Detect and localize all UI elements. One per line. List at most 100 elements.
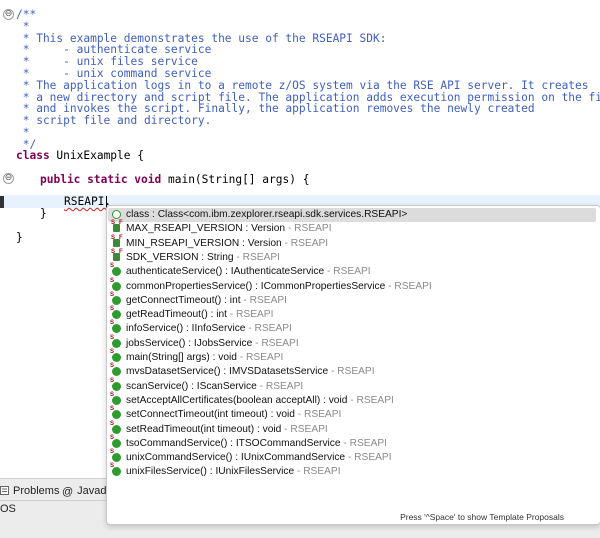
proposal-item[interactable]: SinfoService() : IInfoService - RSEAPI <box>108 320 596 336</box>
fold-toggle-icon[interactable]: ⊖ <box>3 9 14 20</box>
proposal-signature: tsoCommandService() : ITSOCommandService <box>126 437 341 449</box>
proposal-label: main(String[] args) : void - RSEAPI <box>126 351 283 365</box>
problems-icon <box>0 486 9 495</box>
comment-line: * The application logs in to a remote z/… <box>16 78 589 92</box>
closing-brace-class: } <box>16 231 23 244</box>
static-marker-icon: S <box>110 291 115 298</box>
method-modifiers: public static void <box>40 173 162 186</box>
method-signature: main(String[] args) { <box>161 173 310 186</box>
proposal-origin: - RSEAPI <box>385 280 432 292</box>
proposal-signature: scanService() : IScanService <box>126 380 257 392</box>
class-name: UnixExample { <box>49 149 144 162</box>
static-method-icon: S <box>110 306 121 320</box>
static-method-icon: S <box>110 449 121 463</box>
proposal-label: MAX_RSEAPI_VERSION : Version - RSEAPI <box>126 222 332 236</box>
tab-problems[interactable]: Problems <box>0 485 59 497</box>
proposal-origin: - RSEAPI <box>340 437 387 449</box>
status-text: OS <box>0 503 16 515</box>
proposal-signature: MIN_RSEAPI_VERSION : Version <box>126 237 282 249</box>
proposal-item[interactable]: SgetConnectTimeout() : int - RSEAPI <box>108 292 596 308</box>
proposal-signature: authenticateService() : IAuthenticateSer… <box>126 266 325 278</box>
proposal-label: setAcceptAllCertificates(boolean acceptA… <box>126 394 394 408</box>
proposal-origin: - RSEAPI <box>345 452 392 464</box>
proposal-origin: - RSEAPI <box>233 251 280 263</box>
static-marker-icon: S <box>110 263 115 270</box>
proposal-item[interactable]: SgetReadTimeout() : int - RSEAPI <box>108 306 596 322</box>
static-final-field-icon: SF <box>111 235 123 247</box>
static-method-icon: S <box>110 421 121 434</box>
proposal-item[interactable]: SmvsDatasetService() : IMVSDatasetsServi… <box>108 363 596 379</box>
proposal-item[interactable]: StsoCommandService() : ITSOCommandServic… <box>108 435 596 451</box>
proposal-signature: infoService() : IInfoService <box>126 323 246 335</box>
proposal-label: class : Class<com.ibm.zexplorer.rseapi.s… <box>126 208 407 222</box>
class-keyword: class <box>16 149 50 162</box>
static-marker-icon: S <box>110 277 115 284</box>
proposal-origin: - RSEAPI <box>252 337 299 349</box>
proposal-item[interactable]: SsetAcceptAllCertificates(boolean accept… <box>108 391 596 408</box>
final-marker-icon: F <box>119 234 123 241</box>
proposal-item[interactable]: ScommonPropertiesService() : ICommonProp… <box>108 278 596 294</box>
static-marker-icon: S <box>110 349 115 355</box>
proposal-origin: - RSEAPI <box>240 294 287 306</box>
class-declaration: class UnixExample { <box>16 150 144 162</box>
proposal-signature: SDK_VERSION : String <box>126 251 234 263</box>
typed-text: RSEAPI. <box>64 195 112 208</box>
proposal-origin: - RSEAPI <box>328 366 375 378</box>
static-marker-icon: S <box>111 220 116 227</box>
proposal-signature: mvsDatasetService() : IMVSDatasetsServic… <box>126 366 329 378</box>
proposal-label: unixCommandService() : IUnixCommandServi… <box>126 451 392 465</box>
proposal-label: scanService() : IScanService - RSEAPI <box>126 380 303 394</box>
proposal-item[interactable]: S F SDK_VERSION : String - RSEAPI <box>108 248 596 265</box>
proposal-label: infoService() : IInfoService - RSEAPI <box>126 322 292 336</box>
proposal-item[interactable]: SscanService() : IScanService - RSEAPI <box>108 378 596 394</box>
proposal-item[interactable]: SjobsService() : IJobsService - RSEAPI <box>108 334 596 351</box>
static-marker-icon: S <box>110 420 115 427</box>
proposal-origin: - RSEAPI <box>256 380 304 392</box>
proposal-item[interactable]: Smain(String[] args) : void - RSEAPI <box>108 349 596 365</box>
proposal-label: mvsDatasetService() : IMVSDatasetsServic… <box>126 365 375 379</box>
proposal-label: MIN_RSEAPI_VERSION : Version - RSEAPI <box>126 237 328 251</box>
fold-toggle-icon[interactable]: ⊖ <box>3 173 14 184</box>
static-marker-icon: S <box>110 391 115 398</box>
proposal-item[interactable]: SauthenticateService() : IAuthenticateSe… <box>108 263 596 279</box>
proposal-label: tsoCommandService() : ITSOCommandService… <box>126 437 387 451</box>
proposal-item[interactable]: S F MAX_RSEAPI_VERSION : Version - RSEAPI <box>108 220 596 236</box>
proposal-item[interactable]: SunixFilesService() : IUnixFilesService … <box>108 463 596 479</box>
proposal-label: setConnectTimeout(int timeout) : void - … <box>126 408 341 422</box>
proposal-origin: - RSEAPI <box>245 323 292 335</box>
proposal-item[interactable]: SsetReadTimeout(int timeout) : void - RS… <box>108 421 596 437</box>
proposal-label: SDK_VERSION : String - RSEAPI <box>126 251 280 265</box>
proposal-origin: - RSEAPI <box>324 266 371 278</box>
proposal-signature: getConnectTimeout() : int <box>126 294 241 306</box>
static-marker-icon: S <box>110 449 115 456</box>
proposal-item[interactable]: SsetConnectTimeout(int timeout) : void -… <box>108 406 596 422</box>
typed-expression: RSEAPI. <box>64 196 111 208</box>
static-marker-icon: S <box>110 363 115 370</box>
content-assist-popup[interactable]: class : Class<com.ibm.zexplorer.rseapi.s… <box>106 205 600 525</box>
static-marker-icon: S <box>110 406 115 413</box>
proposal-origin: - RSEAPI <box>347 394 394 406</box>
static-marker-icon: S <box>111 248 116 255</box>
static-marker-icon: S <box>110 334 115 341</box>
final-marker-icon: F <box>119 248 123 255</box>
proposal-label: setReadTimeout(int timeout) : void - RSE… <box>126 423 328 437</box>
proposal-origin: - RSEAPI <box>281 423 328 435</box>
static-method-icon: S <box>110 435 121 448</box>
proposal-item[interactable]: SunixCommandService() : IUnixCommandServ… <box>108 449 596 465</box>
proposal-signature: unixCommandService() : IUnixCommandServi… <box>126 452 346 464</box>
proposal-signature: class : Class<com.ibm.zexplorer.rseapi.s… <box>126 209 408 220</box>
proposal-item[interactable]: class : Class<com.ibm.zexplorer.rseapi.s… <box>108 208 596 222</box>
static-method-icon: S <box>110 278 121 291</box>
static-method-icon: S <box>110 378 121 391</box>
static-marker-icon: S <box>110 377 115 384</box>
closing-brace-method: } <box>40 207 47 220</box>
static-method-icon: S <box>110 292 121 305</box>
proposal-signature: setAcceptAllCertificates(boolean acceptA… <box>126 394 348 406</box>
proposal-item[interactable]: S F MIN_RSEAPI_VERSION : Version - RSEAPI <box>108 235 596 251</box>
line-marker <box>0 196 4 208</box>
static-final-field-icon: SF <box>111 220 123 233</box>
class-icon <box>112 210 121 219</box>
comment-line: * script file and directory. <box>16 114 212 128</box>
at-icon: @ <box>62 486 74 498</box>
final-marker-icon: F <box>119 220 123 227</box>
